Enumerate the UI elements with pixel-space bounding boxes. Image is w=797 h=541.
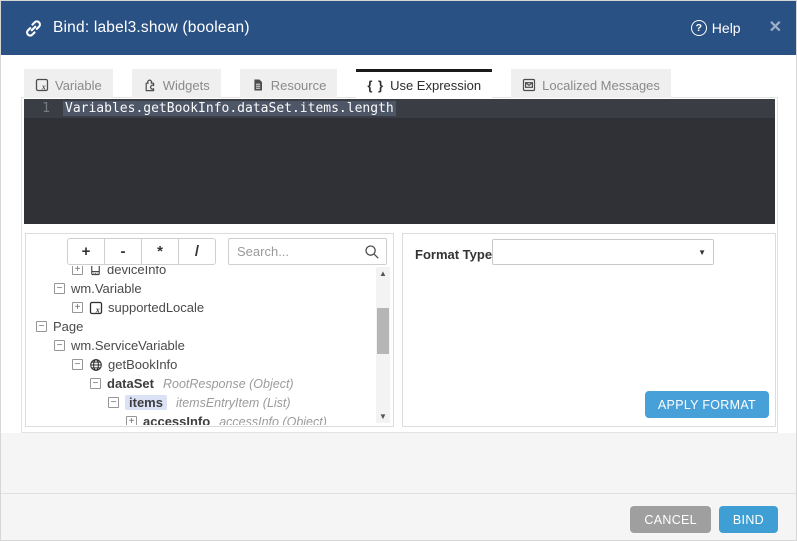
tab-use-expression[interactable]: { } Use Expression [356, 69, 492, 98]
operator-button-group: +-*/ [67, 238, 216, 265]
help-icon: ? [691, 20, 707, 36]
scrollbar-thumb[interactable] [377, 308, 389, 354]
search-input[interactable] [229, 239, 386, 264]
footer-divider [1, 493, 797, 494]
collapse-icon[interactable]: − [72, 359, 83, 370]
widgets-icon [143, 78, 157, 92]
tree-node-page[interactable]: −Page [27, 317, 376, 336]
tree-viewport: +deviceInfo−wm.Variable+xsupportedLocale… [27, 266, 376, 425]
collapse-icon[interactable]: − [36, 321, 47, 332]
tree-node-deviceinfo[interactable]: + deviceInfo [27, 266, 376, 279]
tree-node-items[interactable]: −items itemsEntryItem (List) [27, 393, 376, 412]
resource-icon [251, 78, 265, 92]
tree-node-label: deviceInfo [107, 266, 166, 277]
expression-editor[interactable]: 1 Variables.getBookInfo.dataSet.items.le… [24, 99, 775, 224]
scrollbar-down-icon[interactable]: ▼ [376, 410, 390, 423]
tree-node-label: wm.Variable [71, 281, 142, 296]
tree-node-label: accessInfo [143, 414, 210, 425]
expand-icon[interactable]: + [72, 302, 83, 313]
tab-label: Localized Messages [542, 78, 660, 93]
bind-dialog: Bind: label3.show (boolean) ? Help ✕ x Va… [0, 0, 797, 541]
line-number: 1 [24, 101, 50, 116]
search-icon [364, 244, 380, 265]
tree-node-label: items [125, 395, 167, 410]
tree-node-label: Page [53, 319, 83, 334]
tree-node-accessinfo[interactable]: + accessInfo accessInfo (Object) [27, 412, 376, 425]
search-box [228, 238, 387, 265]
tree-node-type: RootResponse (Object) [163, 377, 294, 391]
tab-label: Use Expression [390, 78, 481, 93]
svg-text:x: x [95, 305, 100, 314]
tree-node-wm-servicevariable[interactable]: −wm.ServiceVariable [27, 336, 376, 355]
operator-button-minus[interactable]: - [104, 238, 142, 265]
dialog-title: Bind: label3.show (boolean) [53, 19, 250, 37]
svg-text:x: x [41, 82, 46, 91]
globe-icon [89, 358, 103, 372]
help-label: Help [712, 20, 741, 36]
dialog-header: Bind: label3.show (boolean) ? Help ✕ [1, 1, 797, 55]
operator-button-plus[interactable]: + [67, 238, 105, 265]
tree-node-type: accessInfo (Object) [219, 415, 327, 426]
apply-format-button[interactable]: APPLY FORMAT [645, 391, 769, 418]
tab-resource[interactable]: Resource [240, 69, 338, 98]
tab-content: 1 Variables.getBookInfo.dataSet.items.le… [21, 97, 778, 433]
tree-node-supportedlocale[interactable]: + x supportedLocale [27, 298, 376, 317]
tab-bar: x Variable Widgets Resource { } Use Expressio… [24, 69, 690, 98]
operator-button-divide[interactable]: / [178, 238, 216, 265]
tab-widgets[interactable]: Widgets [132, 69, 221, 98]
tree-node-wm-variable[interactable]: −wm.Variable [27, 279, 376, 298]
expand-icon[interactable]: + [126, 416, 137, 425]
variable-icon: x [35, 78, 49, 92]
help-button[interactable]: ? Help [691, 20, 741, 36]
device-icon [89, 266, 102, 276]
bind-button[interactable]: BIND [719, 506, 778, 533]
close-icon[interactable]: ✕ [769, 20, 782, 36]
format-type-select[interactable]: ▼ [492, 239, 714, 265]
binding-tree-panel: +-*/ +deviceInfo−wm.Variable+xsupportedL… [25, 233, 394, 427]
tab-variable[interactable]: x Variable [24, 69, 113, 98]
expression-code: Variables.getBookInfo.dataSet.items.leng… [63, 101, 396, 116]
scrollbar-up-icon[interactable]: ▲ [376, 267, 390, 280]
expression-toolbar: +-*/ [26, 234, 393, 267]
tree-node-getbookinfo[interactable]: − getBookInfo [27, 355, 376, 374]
tab-label: Variable [55, 78, 102, 93]
collapse-icon[interactable]: − [54, 340, 65, 351]
tab-label: Widgets [163, 78, 210, 93]
operator-button-multiply[interactable]: * [141, 238, 179, 265]
expand-icon[interactable]: + [72, 266, 83, 275]
variable-icon: x [89, 301, 103, 315]
tree-node-label: supportedLocale [108, 300, 204, 315]
tab-label: Resource [271, 78, 327, 93]
editor-active-line: 1 Variables.getBookInfo.dataSet.items.le… [24, 99, 775, 118]
collapse-icon[interactable]: − [90, 378, 101, 389]
tree-node-label: getBookInfo [108, 357, 177, 372]
cancel-button[interactable]: CANCEL [630, 506, 711, 533]
format-type-label: Format Type [415, 242, 492, 268]
tree-node-dataset[interactable]: −dataSet RootResponse (Object) [27, 374, 376, 393]
variable-tree: +deviceInfo−wm.Variable+xsupportedLocale… [27, 266, 376, 425]
tree-node-label: wm.ServiceVariable [71, 338, 185, 353]
dialog-footer: CANCEL BIND [1, 433, 797, 541]
format-panel: Format Type ▼ APPLY FORMAT [402, 233, 776, 427]
chevron-down-icon: ▼ [698, 240, 706, 266]
braces-icon: { } [367, 78, 384, 93]
tree-node-label: dataSet [107, 376, 154, 391]
link-icon [23, 18, 44, 39]
tree-node-type: itemsEntryItem (List) [176, 396, 291, 410]
tree-scrollbar[interactable]: ▲ ▼ [376, 267, 390, 423]
collapse-icon[interactable]: − [108, 397, 119, 408]
collapse-icon[interactable]: − [54, 283, 65, 294]
localized-messages-icon [522, 78, 536, 92]
tab-localized-messages[interactable]: Localized Messages [511, 69, 671, 98]
